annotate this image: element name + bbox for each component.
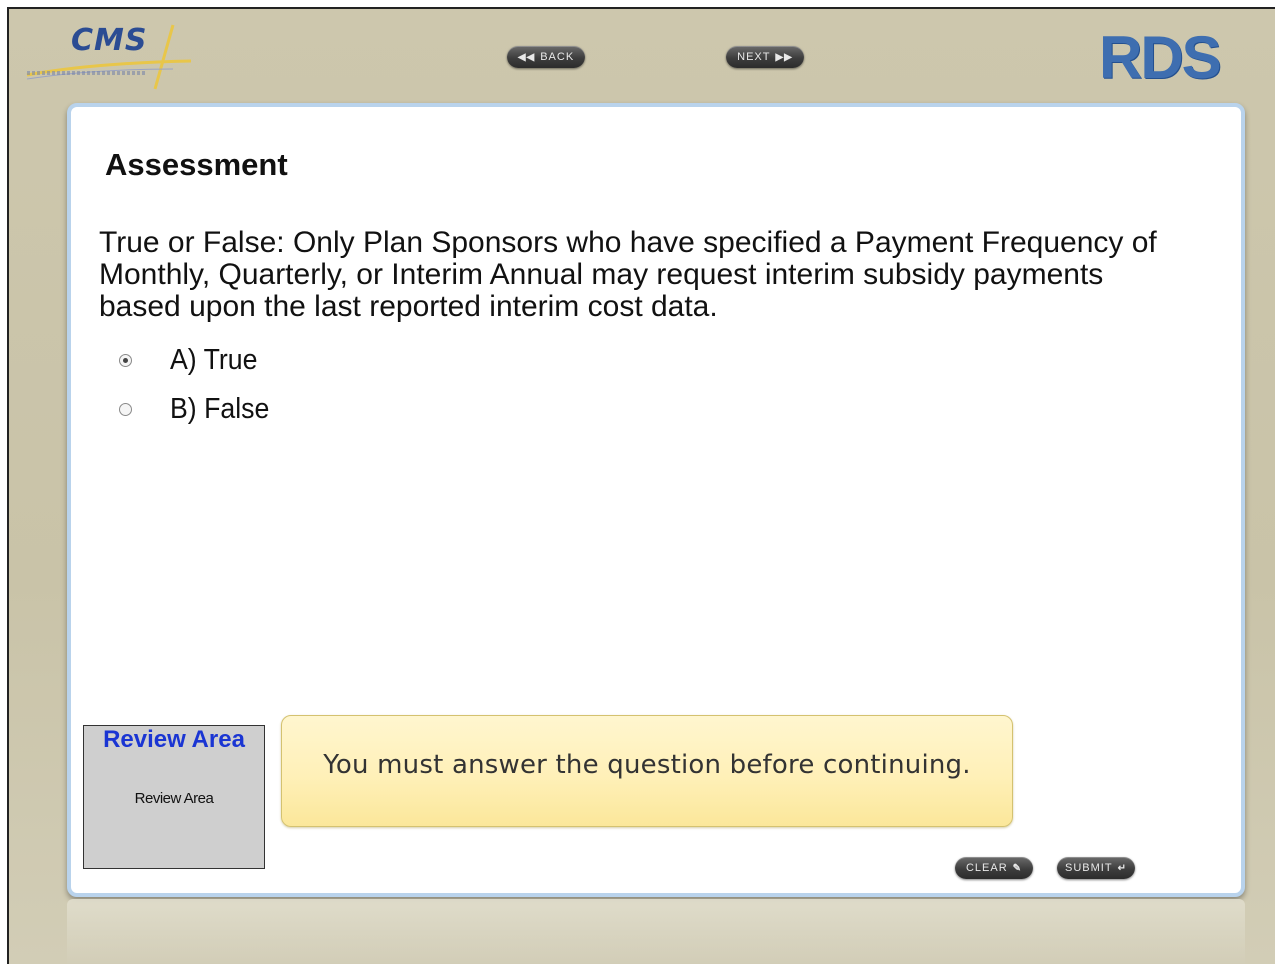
radio-button-b[interactable] [119,403,132,416]
rewind-icon: ◀◀ [517,51,536,63]
answer-option-a[interactable]: A) True [119,344,265,377]
review-area-heading: Review Area [103,726,245,753]
return-icon: ↵ [1117,862,1127,874]
answer-label-a: A) True [170,344,258,376]
feedback-message: You must answer the question before cont… [281,715,1013,827]
feedback-message-text: You must answer the question before cont… [323,750,971,780]
next-label: NEXT [737,51,771,63]
panel-reflection [67,899,1245,964]
review-area-text: Review Area [134,790,214,807]
radio-button-a[interactable] [119,354,132,367]
question-text: True or False: Only Plan Sponsors who ha… [99,226,1157,323]
review-area: Review Area Review Area [83,725,265,869]
app-frame: CMS ◀◀ BACK NEXT ▶▶ RDS Assessment True … [7,7,1275,964]
cms-tagline [27,71,147,75]
submit-label: SUBMIT [1065,862,1113,874]
back-button[interactable]: ◀◀ BACK [507,46,585,68]
next-button[interactable]: NEXT ▶▶ [726,46,804,68]
clear-button[interactable]: CLEAR ✎ [955,857,1033,879]
fast-forward-icon: ▶▶ [775,51,793,63]
cms-logo-text: CMS [71,23,148,58]
back-label: BACK [540,51,575,63]
assessment-panel: Assessment True or False: Only Plan Spon… [67,103,1245,897]
answer-label-b: B) False [170,393,270,425]
page-title: Assessment [105,147,288,182]
rds-logo: RDS [1099,24,1222,91]
clear-label: CLEAR [965,862,1008,874]
submit-button[interactable]: SUBMIT ↵ [1057,857,1135,879]
eraser-icon: ✎ [1012,862,1023,874]
answer-option-b[interactable]: B) False [119,393,278,426]
